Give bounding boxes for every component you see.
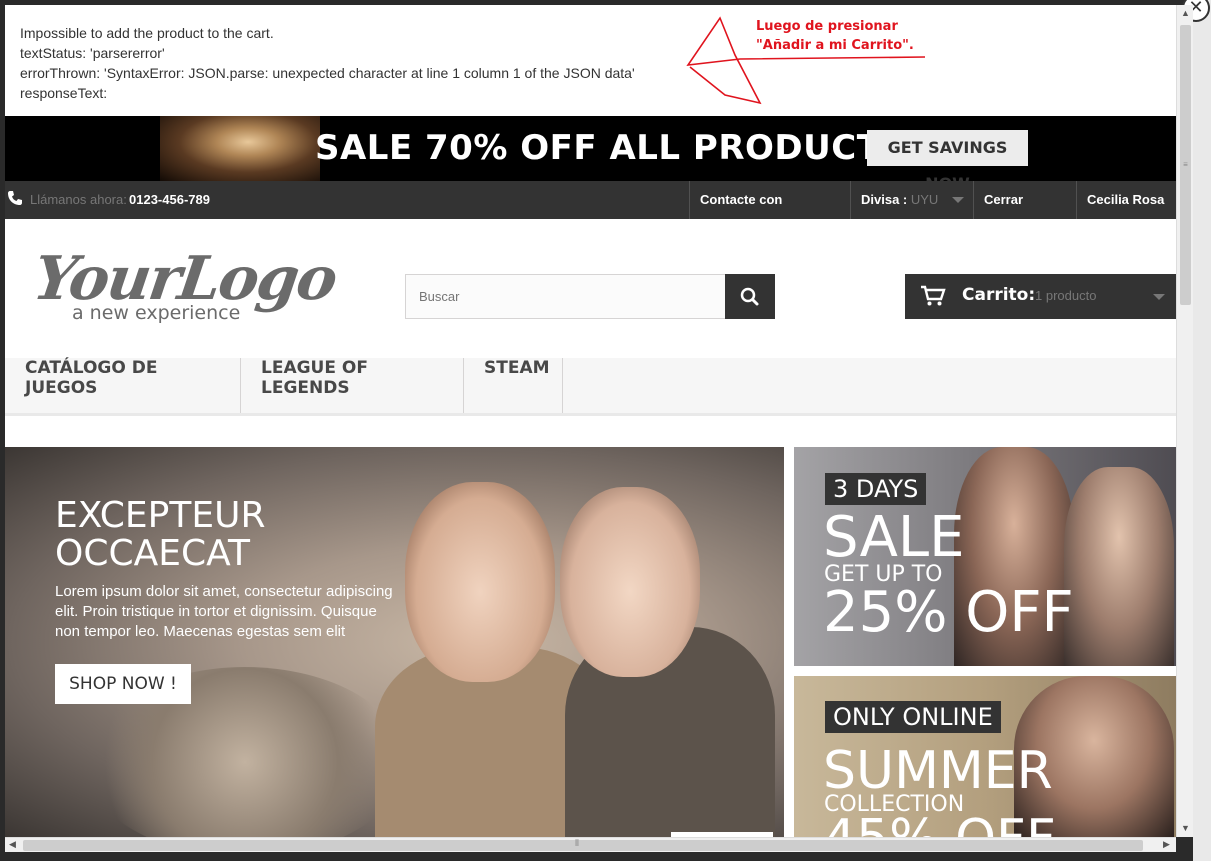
slide-photo-model — [405, 482, 555, 682]
menu-item-catalogo[interactable]: CATÁLOGO DE JUEGOS — [5, 358, 241, 413]
site-logo[interactable]: YourLogo a new experience — [29, 244, 340, 334]
cart-button[interactable]: Carrito: 1 producto — [905, 274, 1176, 319]
promo-headline: SUMMER — [823, 741, 1053, 801]
currency-value: UYU — [910, 192, 939, 207]
logo-tagline: a new experience — [72, 302, 241, 324]
sale-banner[interactable]: SALE 70% OFF ALL PRODUCTS GET SAVINGS NO… — [5, 116, 1176, 193]
currency-dropdown[interactable]: Divisa : UYU — [850, 181, 973, 219]
cart-label: Carrito: — [962, 285, 1036, 305]
main-menu: CATÁLOGO DE JUEGOS LEAGUE OF LEGENDS STE… — [5, 358, 1176, 416]
phone-icon — [7, 190, 23, 211]
contact-link[interactable]: Contacte con nosotros — [689, 181, 850, 245]
menu-item-league-of-legends[interactable]: LEAGUE OF LEGENDS — [241, 358, 464, 413]
slide-photo-model — [560, 487, 700, 677]
horizontal-scrollbar[interactable]: ◀ ⦀ ▶ — [5, 837, 1176, 852]
popup-window: Impossible to add the product to the car… — [5, 5, 1176, 837]
promo-headline: SALE — [823, 505, 965, 570]
top-nav-bar: Llámanos ahora: 0123-456-789 Contacte co… — [5, 181, 1176, 245]
error-message: Impossible to add the product to the car… — [5, 5, 1176, 116]
get-savings-button[interactable]: GET SAVINGS NOW — [867, 130, 1028, 193]
search-input[interactable] — [405, 274, 726, 319]
search-button[interactable] — [725, 274, 775, 319]
scroll-grip-icon: ⦀ — [575, 838, 579, 848]
call-us-label: Llámanos ahora: — [30, 192, 127, 207]
promo-banner-summer[interactable]: ONLY ONLINE SUMMER COLLECTION 45% OFF — [794, 676, 1176, 837]
error-line: textStatus: 'parsererror' — [20, 45, 165, 61]
vertical-scrollbar[interactable]: ▲ ≡ ▼ — [1176, 5, 1193, 837]
annotation-line: "Añadir a mi Carrito". — [756, 38, 914, 53]
logout-link[interactable]: Cerrar sesión — [973, 181, 1076, 245]
shop-now-button[interactable]: SHOP NOW ! — [55, 664, 191, 704]
slide-text: Lorem ipsum dolor sit amet, consectetur … — [55, 583, 393, 640]
menu-item-steam[interactable]: STEAM — [464, 358, 563, 413]
error-line: errorThrown: 'SyntaxError: JSON.parse: u… — [20, 65, 635, 81]
slide-title: EXCEPTEUR OCCAECAT — [55, 495, 266, 574]
annotation-line: Luego de presionar — [756, 19, 898, 34]
scrollbar-thumb[interactable] — [23, 840, 1143, 851]
scroll-left-icon[interactable]: ◀ — [9, 839, 16, 850]
error-line: responseText: — [20, 85, 108, 101]
cart-icon — [921, 285, 946, 306]
phone-number: 0123-456-789 — [129, 192, 210, 207]
outer-scrollbar[interactable] — [1193, 0, 1211, 861]
homepage-slider[interactable]: EXCEPTEUR OCCAECAT Lorem ipsum dolor sit… — [5, 447, 784, 837]
currency-label: Divisa : — [861, 192, 908, 207]
sale-banner-text: SALE 70% OFF ALL PRODUCTS — [315, 128, 906, 168]
chevron-down-icon — [952, 197, 964, 203]
promo-discount: 25% OFF — [823, 580, 1074, 645]
chevron-down-icon — [1153, 294, 1165, 300]
banner-model-image — [160, 116, 320, 181]
user-account-link[interactable]: Cecilia Rosa — [1076, 181, 1176, 219]
error-line: Impossible to add the product to the car… — [20, 25, 274, 41]
promo-tag: ONLY ONLINE — [825, 701, 1001, 733]
promo-discount: 45% OFF — [823, 813, 1056, 837]
scroll-up-icon[interactable]: ▲ — [1180, 8, 1191, 18]
promo-photo-model — [1064, 467, 1174, 666]
scroll-right-icon[interactable]: ▶ — [1163, 839, 1170, 850]
promo-tag: 3 DAYS — [825, 473, 927, 505]
site-header: YourLogo a new experience Carrito: 1 pro… — [5, 219, 1176, 358]
scroll-down-icon[interactable]: ▼ — [1180, 823, 1191, 833]
cart-count: 1 producto — [1035, 288, 1097, 303]
annotation-note: Luego de presionar "Añadir a mi Carrito"… — [756, 17, 914, 55]
promo-banner-sale[interactable]: 3 DAYS SALE GET UP TO 25% OFF — [794, 447, 1176, 666]
browser-frame: Impossible to add the product to the car… — [0, 0, 1211, 861]
scroll-grip-icon: ≡ — [1183, 160, 1188, 169]
search-icon — [740, 287, 759, 306]
